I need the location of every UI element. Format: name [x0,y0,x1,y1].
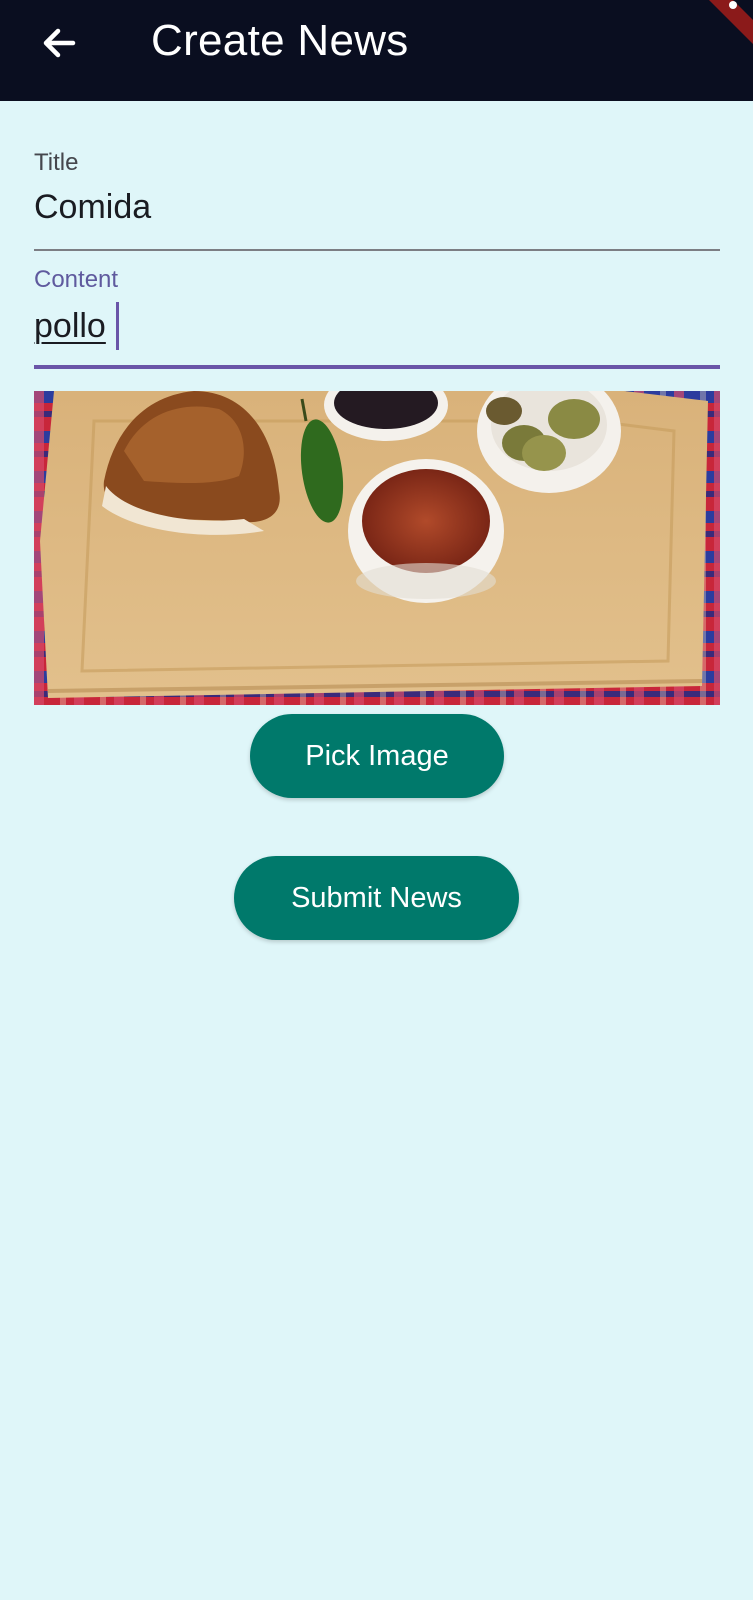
title-field-label: Title [34,149,79,176]
submit-news-button[interactable]: Submit News [234,856,519,940]
selected-image-preview [34,391,720,705]
app-bar: Create News [0,0,753,101]
back-button[interactable] [30,18,88,68]
content-field-underline [34,365,720,369]
text-caret [116,302,119,350]
pick-image-button[interactable]: Pick Image [250,714,504,798]
debug-banner [689,0,753,48]
content-field-label: Content [34,266,119,293]
arrow-back-icon [43,28,76,58]
title-field-underline [34,249,720,251]
content-input[interactable]: pollo [34,306,106,346]
title-field[interactable]: Title Comida [34,145,720,253]
content-field[interactable]: Content pollo [34,262,720,370]
page-title: Create News [151,16,409,65]
food-photo [34,391,720,705]
title-input[interactable]: Comida [34,187,151,227]
